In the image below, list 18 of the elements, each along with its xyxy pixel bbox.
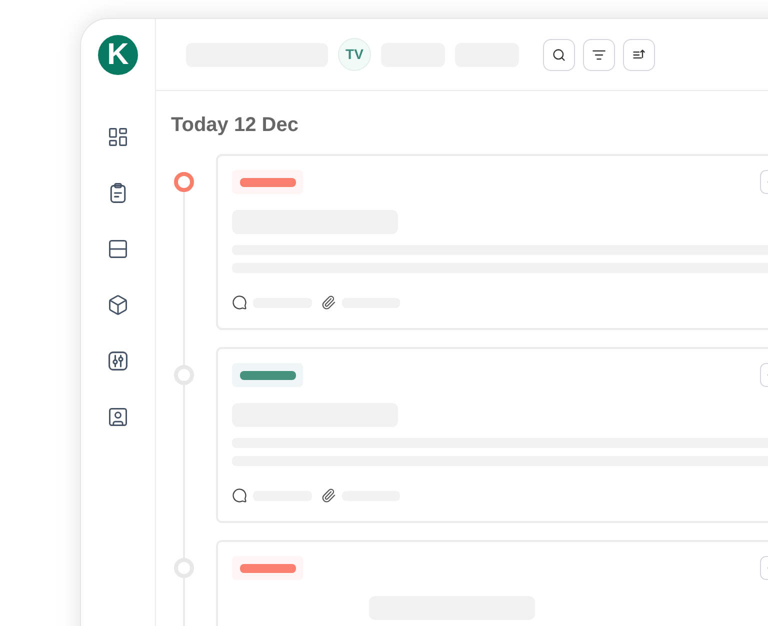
comment-icon <box>232 295 247 310</box>
rows-icon[interactable] <box>107 238 129 260</box>
search-icon <box>552 48 566 62</box>
sort-icon <box>632 48 646 62</box>
paperclip-icon <box>321 488 336 503</box>
avatar[interactable]: TV <box>338 38 371 71</box>
sliders-icon[interactable] <box>107 350 129 372</box>
paperclip-icon <box>321 295 336 310</box>
comment-icon <box>232 488 247 503</box>
box-icon[interactable] <box>107 294 129 316</box>
filter-icon <box>592 48 606 62</box>
logo[interactable]: K <box>98 35 138 75</box>
filter-button[interactable] <box>583 38 615 70</box>
search-button[interactable] <box>543 38 575 70</box>
user-icon[interactable] <box>107 406 129 428</box>
dashboard-icon[interactable] <box>107 126 129 148</box>
sort-button[interactable] <box>623 38 655 70</box>
day-heading: Today 12 Dec <box>171 113 298 138</box>
